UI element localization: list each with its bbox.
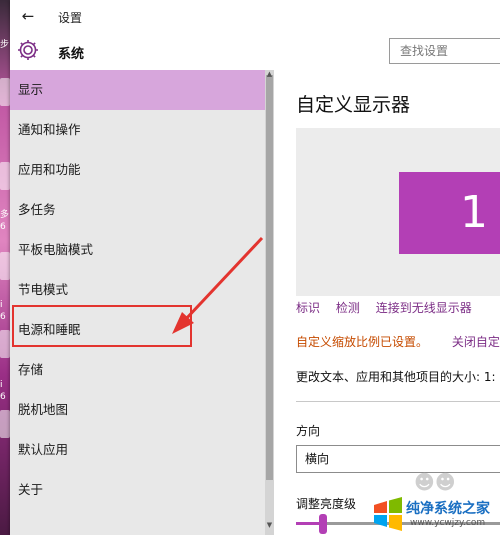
sidebar-item-tablet-mode[interactable]: 平板电脑模式 <box>10 230 265 270</box>
sidebar-nav: 显示 通知和操作 应用和功能 多任务 平板电脑模式 节电模式 电源和睡眠 存储 … <box>10 70 265 535</box>
sidebar-item-display[interactable]: 显示 <box>10 70 265 110</box>
display-pane: 自定义显示器 1 标识 检测 连接到无线显示器 自定义缩放比例已设置。 关闭自定… <box>274 70 500 535</box>
sidebar-item-offline-maps[interactable]: 脱机地图 <box>10 390 265 430</box>
section-title: 系统 <box>58 47 85 62</box>
desktop-label: i <box>0 300 3 310</box>
brightness-label: 调整亮度级 <box>296 497 357 511</box>
watermark-people-icon: ☻☻ <box>414 470 456 494</box>
desktop-icon[interactable] <box>0 162 10 190</box>
sidebar-scrollbar-thumb[interactable] <box>266 75 273 480</box>
desktop-label: 步 <box>0 40 10 50</box>
desktop-label: 6 <box>0 392 6 402</box>
windows-logo-icon <box>374 497 402 531</box>
sidebar-item-storage[interactable]: 存储 <box>10 350 265 390</box>
title-bar: ← 设置 <box>10 0 500 32</box>
desktop-label: 6 <box>0 222 6 232</box>
page-header: 系统 <box>10 32 500 70</box>
brightness-slider-thumb[interactable] <box>319 514 328 534</box>
scroll-up-icon[interactable]: ▲ <box>265 70 274 78</box>
gear-icon <box>18 40 38 60</box>
desktop-icon[interactable] <box>0 410 10 438</box>
detect-link[interactable]: 检测 <box>336 301 360 315</box>
desktop-label: 多 <box>0 210 10 220</box>
sidebar-item-notifications[interactable]: 通知和操作 <box>10 110 265 150</box>
back-arrow-icon[interactable]: ← <box>18 6 38 26</box>
sidebar-item-default-apps[interactable]: 默认应用 <box>10 430 265 470</box>
orientation-select[interactable]: 横向 <box>296 445 500 473</box>
desktop-icon[interactable] <box>0 252 10 280</box>
sidebar-item-about[interactable]: 关于 <box>10 470 265 510</box>
desktop-icon[interactable] <box>0 78 10 106</box>
watermark-brand: 纯净系统之家 <box>406 501 490 517</box>
search-input[interactable] <box>389 38 500 64</box>
desktop-icon[interactable] <box>0 330 10 358</box>
desktop-label: 6 <box>0 312 6 322</box>
display-links: 标识 检测 连接到无线显示器 <box>296 299 484 316</box>
scaling-warning-text: 自定义缩放比例已设置。 <box>296 335 429 349</box>
desktop-label: i <box>0 380 3 390</box>
size-setting-text: 更改文本、应用和其他项目的大小: 1: <box>296 370 496 384</box>
settings-window: ← 设置 系统 显示 通知和操作 应用和功能 多任务 平板电脑模式 节电模式 电… <box>10 0 500 535</box>
scaling-warning: 自定义缩放比例已设置。 关闭自定 <box>296 333 500 350</box>
sidebar-item-multitasking[interactable]: 多任务 <box>10 190 265 230</box>
turn-off-custom-scaling-link[interactable]: 关闭自定 <box>452 335 500 349</box>
page-title: 自定义显示器 <box>296 94 411 116</box>
monitor-tile[interactable]: 1 <box>399 172 500 254</box>
sidebar-item-battery-saver[interactable]: 节电模式 <box>10 270 265 310</box>
divider <box>296 401 500 402</box>
connect-wireless-link[interactable]: 连接到无线显示器 <box>376 301 472 315</box>
scroll-down-icon[interactable]: ▼ <box>265 520 274 530</box>
window-title: 设置 <box>58 11 83 25</box>
identify-link[interactable]: 标识 <box>296 301 320 315</box>
orientation-label: 方向 <box>296 424 321 438</box>
sidebar-item-power-sleep[interactable]: 电源和睡眠 <box>10 310 265 350</box>
watermark-url: www.ycwjzy.com <box>410 518 486 528</box>
sidebar-item-apps-features[interactable]: 应用和功能 <box>10 150 265 190</box>
